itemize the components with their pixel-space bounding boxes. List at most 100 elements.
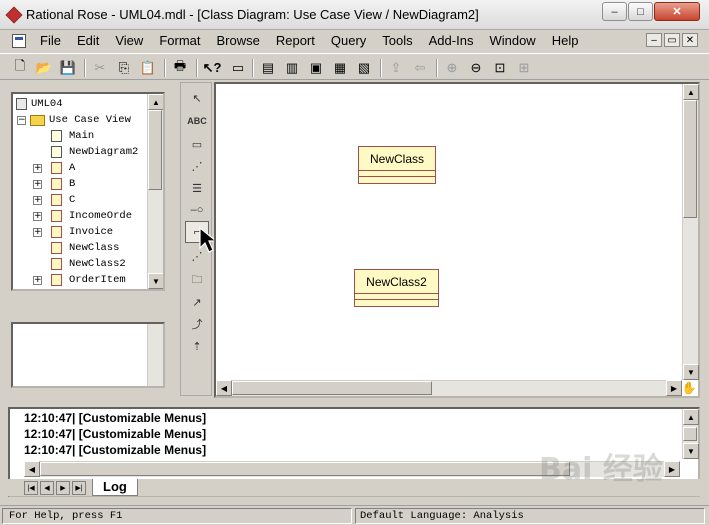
zoom-out-icon[interactable]: ⊖ <box>466 58 486 78</box>
view-doc-icon[interactable]: ▭ <box>228 58 248 78</box>
expand-icon[interactable]: + <box>33 180 42 189</box>
scroll-thumb[interactable] <box>40 462 570 476</box>
maximize-button[interactable]: □ <box>628 2 653 21</box>
selection-arrow-icon[interactable]: ↖ <box>185 87 209 109</box>
diagram-window-icon[interactable] <box>12 34 26 48</box>
scroll-left-icon[interactable]: ◀ <box>24 461 40 477</box>
close-button[interactable]: ✕ <box>654 2 700 21</box>
scroll-down-icon[interactable]: ▼ <box>683 443 699 459</box>
text-box-icon[interactable]: ABC <box>185 110 209 132</box>
class-name: NewClass <box>359 147 435 171</box>
menu-query[interactable]: Query <box>323 30 374 52</box>
doc-vertical-scrollbar[interactable] <box>147 324 163 386</box>
browser-vertical-scrollbar[interactable]: ▲ ▼ <box>147 94 163 289</box>
expand-icon[interactable]: + <box>33 228 42 237</box>
menu-view[interactable]: View <box>107 30 151 52</box>
expand-icon[interactable]: + <box>33 212 42 221</box>
scroll-up-icon[interactable]: ▲ <box>683 84 699 100</box>
previous-tab-icon[interactable]: ◀ <box>40 480 54 495</box>
log-vertical-scrollbar[interactable]: ▲ ▼ <box>682 409 699 459</box>
folder-icon <box>30 115 45 126</box>
last-tab-icon[interactable]: ▶| <box>72 480 86 495</box>
class-operations-compartment <box>355 300 438 306</box>
uml-class-newclass2[interactable]: NewClass2 <box>354 269 439 307</box>
menu-edit[interactable]: Edit <box>69 30 107 52</box>
scroll-thumb[interactable] <box>148 110 162 190</box>
anchor-note-icon[interactable]: ⋰ <box>185 155 209 177</box>
menu-report[interactable]: Report <box>268 30 323 52</box>
log-line: 12:10:47| [Customizable Menus] <box>24 411 207 425</box>
documentation-pane[interactable] <box>11 322 165 388</box>
title-bar: Rational Rose - UML04.mdl - [Class Diagr… <box>0 0 709 30</box>
scroll-thumb[interactable] <box>232 381 432 395</box>
browse-class-diagram-icon[interactable]: ▤ <box>258 58 278 78</box>
canvas-vertical-scrollbar[interactable]: ▲ ▼ <box>682 84 699 380</box>
menu-help[interactable]: Help <box>544 30 587 52</box>
status-bar: For Help, press F1 Default Language: Ana… <box>0 505 709 525</box>
scroll-up-icon[interactable]: ▲ <box>683 409 699 425</box>
realization-icon[interactable]: ⇡ <box>185 335 209 357</box>
scroll-thumb[interactable] <box>683 100 697 218</box>
menu-browse[interactable]: Browse <box>208 30 267 52</box>
tab-log[interactable]: Log <box>92 479 138 496</box>
class-icon <box>51 178 62 190</box>
browse-state-diagram-icon[interactable]: ▧ <box>354 58 374 78</box>
expand-icon[interactable]: + <box>33 164 42 173</box>
collapse-icon[interactable]: − <box>17 116 26 125</box>
expand-icon[interactable]: + <box>33 276 42 285</box>
first-tab-icon[interactable]: |◀ <box>24 480 38 495</box>
menu-bar: File Edit View Format Browse Report Quer… <box>0 30 709 52</box>
mdi-minimize-button[interactable]: – <box>646 33 662 47</box>
browse-component-diagram-icon[interactable]: ▣ <box>306 58 326 78</box>
undo-fit-icon[interactable]: ⊞ <box>514 58 534 78</box>
uml-class-newclass[interactable]: NewClass <box>358 146 436 184</box>
note-icon[interactable]: ▭ <box>185 133 209 155</box>
menu-window[interactable]: Window <box>481 30 543 52</box>
open-icon[interactable]: 📂 <box>34 58 54 78</box>
package-icon[interactable]: 🗀 <box>185 269 209 291</box>
scroll-down-icon[interactable]: ▼ <box>683 364 699 380</box>
menu-format[interactable]: Format <box>151 30 208 52</box>
scroll-thumb[interactable] <box>683 427 697 441</box>
browse-interaction-diagram-icon[interactable]: ▥ <box>282 58 302 78</box>
browse-deployment-diagram-icon[interactable]: ▦ <box>330 58 350 78</box>
menu-file[interactable]: File <box>32 30 69 52</box>
dependency-icon[interactable]: ↗ <box>185 291 209 313</box>
save-icon[interactable]: 💾 <box>58 58 78 78</box>
fit-window-icon[interactable]: ⊡ <box>490 58 510 78</box>
canvas-horizontal-scrollbar[interactable]: ◀ ▶ <box>216 380 682 396</box>
context-help-icon[interactable]: ↖? <box>202 58 222 78</box>
mdi-restore-button[interactable]: ▭ <box>664 33 680 47</box>
class-icon <box>51 274 62 286</box>
class-icon[interactable]: ☰ <box>185 177 209 199</box>
standard-toolbar: 🗋 📂 💾 ✂ ⎘ 📋 🖶 ↖? ▭ ▤ ▥ ▣ ▦ ▧ ⇪ ⇦ ⊕ ⊖ ⊡ ⊞ <box>0 53 709 80</box>
hand-pan-icon[interactable]: ✋ <box>680 380 698 396</box>
generalization-icon[interactable]: ⤴ <box>185 313 209 335</box>
mdi-close-button[interactable]: ✕ <box>682 33 698 47</box>
print-icon[interactable]: 🖶 <box>170 58 190 78</box>
zoom-in-icon[interactable]: ⊕ <box>442 58 462 78</box>
scroll-up-icon[interactable]: ▲ <box>148 94 163 110</box>
next-tab-icon[interactable]: ▶ <box>56 480 70 495</box>
scroll-down-icon[interactable]: ▼ <box>148 273 163 289</box>
scroll-left-icon[interactable]: ◀ <box>216 380 232 396</box>
rational-rose-logo-icon <box>5 6 23 24</box>
expand-icon[interactable]: + <box>33 196 42 205</box>
status-default-language: Default Language: Analysis <box>355 508 705 524</box>
browse-parent-icon[interactable]: ⇪ <box>386 58 406 78</box>
class-icon <box>51 162 62 174</box>
cut-icon[interactable]: ✂ <box>90 58 110 78</box>
paste-icon[interactable]: 📋 <box>138 58 158 78</box>
minimize-button[interactable]: – <box>602 2 627 21</box>
interface-icon[interactable]: –○ <box>185 199 209 221</box>
log-line: 12:10:47| [Customizable Menus] <box>24 443 207 457</box>
new-icon[interactable]: 🗋 <box>10 58 30 78</box>
menu-tools[interactable]: Tools <box>374 30 420 52</box>
diagram-canvas[interactable]: NewClass NewClass2 ▲ ▼ ◀ ▶ ✋ <box>214 82 700 398</box>
class-diagram-icon <box>51 146 62 158</box>
menu-add-ins[interactable]: Add-Ins <box>421 30 482 52</box>
browse-previous-icon[interactable]: ⇦ <box>410 58 430 78</box>
copy-icon[interactable]: ⎘ <box>114 58 134 78</box>
model-browser[interactable]: UML04 − Use Case View Main NewDiagram2 +… <box>11 92 165 291</box>
baidu-watermark: Bai 经验 <box>539 452 663 487</box>
